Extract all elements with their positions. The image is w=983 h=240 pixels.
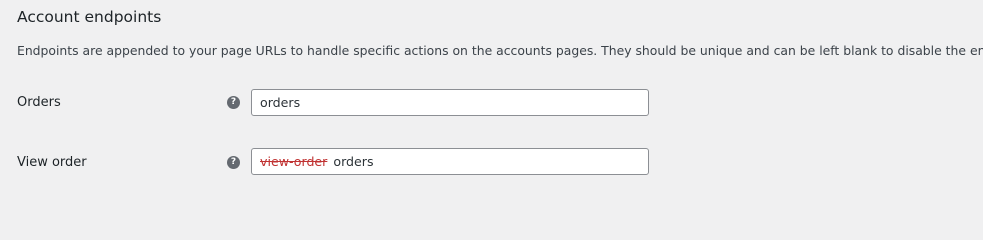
- view-order-endpoint-input[interactable]: view-order orders: [251, 148, 649, 175]
- view-order-new-value: orders: [333, 154, 374, 169]
- view-order-endpoint-value: view-order orders: [260, 154, 374, 170]
- orders-endpoint-input[interactable]: orders: [251, 89, 649, 116]
- orders-label: Orders: [17, 95, 61, 110]
- view-order-old-value: view-order: [260, 154, 328, 169]
- help-icon[interactable]: ?: [227, 96, 240, 109]
- help-icon[interactable]: ?: [227, 156, 240, 169]
- view-order-label: View order: [17, 155, 87, 170]
- section-title: Account endpoints: [17, 8, 162, 26]
- orders-endpoint-value: orders: [260, 95, 301, 110]
- section-description: Endpoints are appended to your page URLs…: [17, 43, 983, 58]
